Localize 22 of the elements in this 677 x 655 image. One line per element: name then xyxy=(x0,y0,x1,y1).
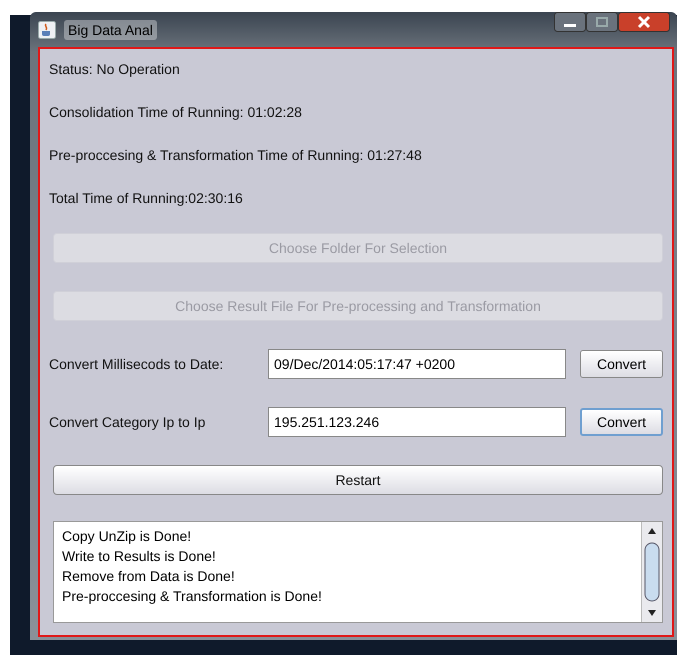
convert-button[interactable]: Convert xyxy=(580,350,663,378)
scrollbar[interactable] xyxy=(641,522,662,622)
log-line: Write to Results is Done! xyxy=(62,547,217,566)
window-title: Big Data Anal xyxy=(64,20,157,40)
converter-label: Convert Category Ip to Ip xyxy=(49,414,206,430)
status-text: Pre-proccesing & Transformation Time of Running: 01:27:48 xyxy=(49,147,423,165)
maximize-icon[interactable] xyxy=(586,12,618,32)
log-line: Pre-proccesing & Transformation is Done! xyxy=(62,587,323,606)
log-line: Remove from Data is Done! xyxy=(62,567,236,586)
status-text: Consolidation Time of Running: 01:02:28 xyxy=(49,104,303,122)
restart-button[interactable]: Restart xyxy=(53,465,663,495)
cup-icon xyxy=(38,20,56,38)
input-field[interactable]: 09/Dec/2014:05:17:47 +0200 xyxy=(268,349,566,379)
input-field[interactable]: 195.251.123.246 xyxy=(268,407,566,437)
minimize-icon[interactable] xyxy=(554,12,586,32)
close-icon[interactable] xyxy=(618,12,670,32)
scroll-thumb[interactable] xyxy=(644,541,660,603)
log-line: Copy UnZip is Done! xyxy=(62,527,192,546)
status-text: Total Time of Running:02:30:16 xyxy=(49,190,244,208)
status-text: Status: No Operation xyxy=(49,61,181,79)
convert-button[interactable]: Convert xyxy=(580,408,663,436)
converter-label: Convert Millisecods to Date: xyxy=(49,356,224,372)
